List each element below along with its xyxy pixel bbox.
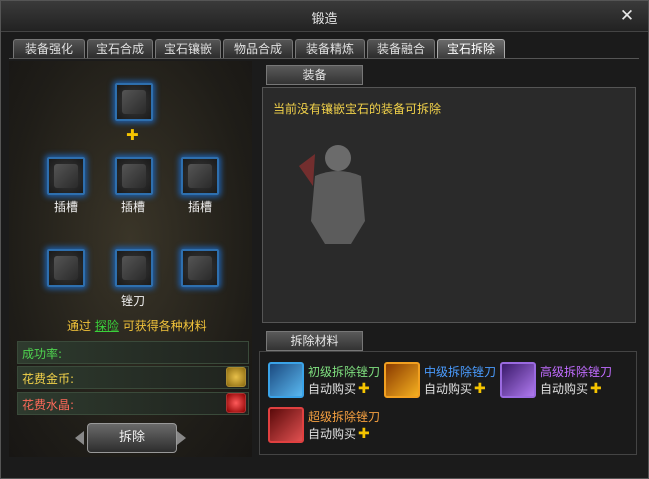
material-item-basic[interactable]: 初级拆除锉刀 自动购买 ✚	[268, 362, 383, 402]
equipment-header: 装备	[266, 65, 363, 85]
empty-slot-icon	[54, 256, 78, 280]
material-item-mid[interactable]: 中级拆除锉刀 自动购买 ✚	[384, 362, 499, 402]
slot-label-1: 插槽	[53, 200, 78, 214]
blue-file-icon	[268, 362, 304, 398]
empty-slot-icon	[188, 256, 212, 280]
plus-icon: ✚	[126, 126, 139, 144]
tab-equip-fusion[interactable]: 装备融合	[367, 39, 435, 59]
empty-slot-icon	[188, 164, 212, 188]
hint-suffix: 可获得各种材料	[122, 319, 207, 333]
orange-file-icon	[384, 362, 420, 398]
slot-label-2: 插槽	[120, 200, 145, 214]
auto-buy[interactable]: 自动购买 ✚	[540, 380, 602, 397]
plus-icon: ✚	[358, 381, 370, 397]
material-item-advanced[interactable]: 高级拆除锉刀 自动购买 ✚	[500, 362, 615, 402]
tab-equip-enhance[interactable]: 装备强化	[13, 39, 85, 59]
empty-slot-icon	[122, 256, 146, 280]
file-slot[interactable]	[115, 249, 153, 287]
crystal-cost-label: 花费水晶:	[22, 398, 75, 412]
gold-coin-icon	[226, 367, 246, 387]
plus-icon: ✚	[358, 426, 370, 442]
tab-gem-remove[interactable]: 宝石拆除	[437, 39, 505, 59]
right-arrow-icon	[177, 431, 186, 445]
title-bar[interactable]: 锻造 ✕	[1, 1, 648, 32]
auto-buy-label: 自动购买	[424, 382, 473, 396]
materials-header: 拆除材料	[266, 331, 363, 351]
materials-list: 初级拆除锉刀 自动购买 ✚ 中级拆除锉刀 自动购买 ✚ 高级拆除锉刀 自动购买 ✚ 超…	[259, 351, 637, 455]
purple-file-icon	[500, 362, 536, 398]
empty-equipment-message: 当前没有镶嵌宝石的装备可拆除	[273, 102, 442, 116]
gem-slot-2[interactable]	[115, 157, 153, 195]
red-file-icon	[268, 407, 304, 443]
auto-buy-label: 自动购买	[540, 382, 589, 396]
gem-slot-3[interactable]	[181, 157, 219, 195]
empty-slot-icon	[54, 164, 78, 188]
close-icon[interactable]: ✕	[618, 7, 636, 25]
forge-window: 锻造 ✕ 装备强化 宝石合成 宝石镶嵌 物品合成 装备精炼 装备融合 宝石拆除 …	[0, 0, 649, 479]
left-arrow-icon	[75, 431, 84, 445]
crystal-cost-row: 花费水晶:	[17, 392, 249, 415]
window-title: 锻造	[311, 12, 338, 27]
auto-buy-label: 自动购买	[308, 382, 357, 396]
material-name: 高级拆除锉刀	[540, 365, 613, 379]
gold-cost-row: 花费金币:	[17, 366, 249, 389]
gem-slot-1[interactable]	[47, 157, 85, 195]
equipment-slot[interactable]	[115, 83, 153, 121]
tab-equip-refine[interactable]: 装备精炼	[295, 39, 365, 59]
auto-buy-label: 自动购买	[308, 427, 357, 441]
explore-link[interactable]: 探险	[95, 319, 119, 333]
slot-label-3: 插槽	[187, 200, 212, 214]
material-item-super[interactable]: 超级拆除锉刀 自动购买 ✚	[268, 407, 383, 447]
material-name: 初级拆除锉刀	[308, 365, 381, 379]
auto-buy[interactable]: 自动购买 ✚	[308, 380, 370, 397]
auto-buy[interactable]: 自动购买 ✚	[308, 425, 370, 442]
material-hint: 通过 探险 可获得各种材料	[67, 317, 207, 334]
extra-slot-right[interactable]	[181, 249, 219, 287]
tab-gem-synthesis[interactable]: 宝石合成	[87, 39, 153, 59]
auto-buy[interactable]: 自动购买 ✚	[424, 380, 486, 397]
dismantle-button[interactable]: 拆除	[87, 423, 177, 453]
success-rate-label: 成功率:	[22, 347, 63, 361]
empty-slot-icon	[122, 164, 146, 188]
equipment-list[interactable]: 当前没有镶嵌宝石的装备可拆除	[262, 87, 636, 323]
plus-icon: ✚	[474, 381, 486, 397]
gold-cost-label: 花费金币:	[22, 372, 75, 386]
empty-slot-icon	[122, 90, 146, 114]
material-name: 中级拆除锉刀	[424, 365, 497, 379]
hint-prefix: 通过	[67, 319, 92, 333]
dismantle-panel: ✚ 插槽 插槽 插槽 锉刀 通过 探险 可获得各种材料 成功率: 花费金币: 花…	[9, 61, 252, 457]
success-rate-row: 成功率:	[17, 341, 249, 364]
extra-slot-left[interactable]	[47, 249, 85, 287]
tab-item-synthesis[interactable]: 物品合成	[223, 39, 293, 59]
tab-divider	[9, 58, 639, 59]
character-silhouette-icon	[299, 145, 365, 244]
crystal-icon	[226, 393, 246, 413]
material-name: 超级拆除锉刀	[308, 410, 381, 424]
tab-gem-inlay[interactable]: 宝石镶嵌	[155, 39, 221, 59]
file-slot-label: 锉刀	[120, 294, 145, 308]
plus-icon: ✚	[590, 381, 602, 397]
